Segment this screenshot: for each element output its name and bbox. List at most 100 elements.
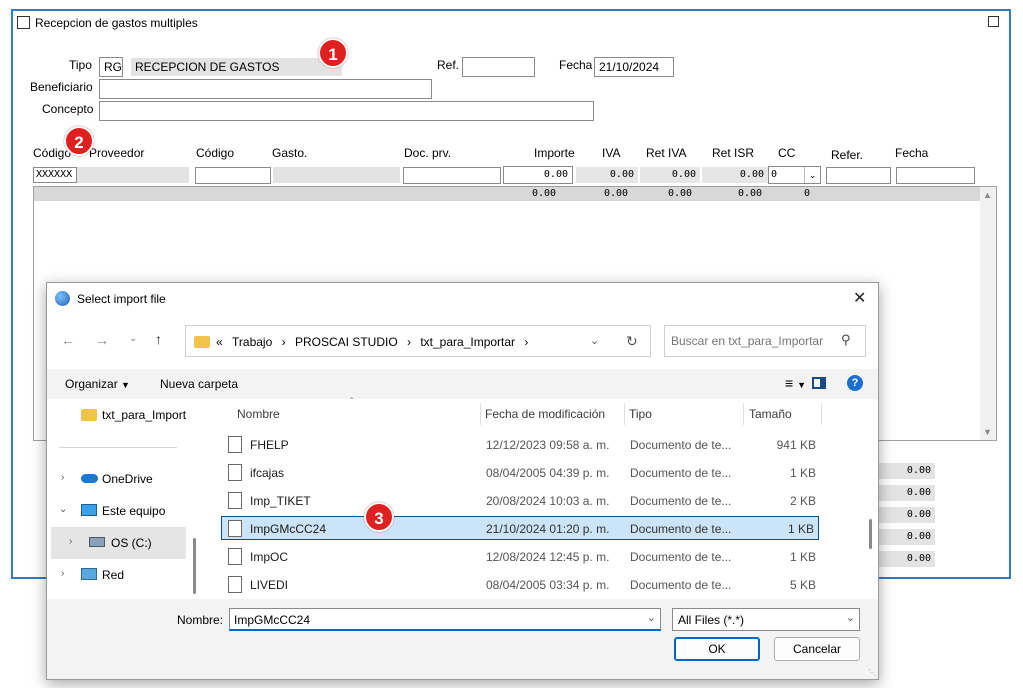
col-gasto: Gasto. (272, 146, 308, 160)
file-date: 08/04/2005 04:39 p. m. (486, 466, 610, 480)
organize-menu[interactable]: Organizar ▼ (65, 377, 130, 391)
file-size: 1 KB (789, 466, 816, 480)
col-fecha: Fecha (895, 146, 929, 160)
help-icon[interactable]: ? (847, 375, 863, 391)
address-bar[interactable]: « Trabajo › PROSCAI STUDIO › txt_para_Im… (185, 325, 651, 357)
scroll-up-icon[interactable]: ▲ (983, 190, 992, 200)
file-row[interactable]: Imp_TIKET 20/08/2024 10:03 a. m. Documen… (222, 489, 820, 513)
filename-combo[interactable]: ImpGMcCC24 ⌄ (229, 608, 661, 631)
codigo-proveedor-input[interactable]: XXXXXX (33, 167, 77, 183)
breadcrumb-item-trabajo[interactable]: Trabajo (232, 335, 272, 349)
file-list-header: Nombre ˆ Fecha de modificación Tipo Tama… (204, 397, 878, 427)
view-options-icon[interactable]: ≡ ▼ (785, 375, 806, 391)
file-row-selected[interactable]: ImpGMcCC24 21/10/2024 01:20 p. m. Docume… (221, 516, 819, 540)
col-fecha-modificacion[interactable]: Fecha de modificación (485, 407, 605, 421)
breadcrumb-item-txt-para-importar[interactable]: txt_para_Importar (420, 335, 515, 349)
breadcrumb-item-proscai[interactable]: PROSCAI STUDIO (295, 335, 398, 349)
nav-item-onedrive[interactable]: › OneDrive (47, 463, 199, 495)
maximize-button[interactable] (988, 16, 999, 27)
dialog-title: Select import file (77, 292, 166, 306)
nav-scrollbar[interactable] (193, 538, 196, 594)
total-importe: 0.00 (532, 188, 557, 199)
file-row[interactable]: FHELP 12/12/2023 09:58 a. m. Documento d… (222, 433, 820, 457)
beneficiario-label: Beneficiario (30, 80, 93, 94)
col-doc-prv: Doc. prv. (404, 146, 452, 160)
search-input[interactable] (671, 332, 831, 350)
doc-prv-input[interactable] (403, 167, 501, 184)
expand-chevron-icon[interactable]: › (69, 536, 72, 547)
window-title: Recepcion de gastos multiples (35, 16, 198, 30)
preview-pane-icon[interactable] (812, 377, 826, 389)
codigo-gasto-input[interactable] (195, 167, 271, 184)
file-row[interactable]: ifcajas 08/04/2005 04:39 p. m. Documento… (222, 461, 820, 485)
breadcrumb-sep-icon: › (281, 335, 286, 349)
chevron-down-icon[interactable]: ⌄ (804, 167, 820, 183)
file-size: 941 KB (776, 438, 816, 452)
chevron-down-icon[interactable]: ⌄ (647, 611, 656, 624)
breadcrumb: « Trabajo › PROSCAI STUDIO › txt_para_Im… (216, 335, 528, 349)
nav-item-os-c[interactable]: › OS (C:) (51, 527, 186, 559)
up-arrow-icon[interactable]: ↑ (155, 331, 162, 347)
ok-button[interactable]: OK (674, 637, 760, 661)
collapse-chevron-icon[interactable]: ⌄ (59, 504, 67, 515)
summary-value-5: 0.00 (879, 551, 935, 567)
col-tamano[interactable]: Tamaño (749, 407, 792, 421)
search-box[interactable]: ⚲ (664, 325, 866, 357)
expand-chevron-icon[interactable]: › (61, 568, 64, 579)
expand-chevron-icon[interactable]: › (61, 472, 64, 483)
gasto-name (273, 167, 400, 183)
sort-caret-icon: ˆ (350, 397, 354, 408)
concepto-field[interactable] (99, 101, 594, 121)
resize-grip-icon[interactable]: ⋱ (868, 668, 876, 677)
ref-field[interactable] (462, 57, 535, 77)
col-nombre[interactable]: Nombre (237, 407, 280, 421)
cancel-button[interactable]: Cancelar (774, 637, 860, 661)
grid-scrollbar[interactable]: ▲ ▼ (980, 187, 996, 440)
address-dropdown-icon[interactable]: ⌄ (590, 334, 599, 347)
fecha-field[interactable]: 21/10/2024 (594, 57, 674, 77)
importe-input[interactable]: 0.00 (503, 166, 573, 184)
breadcrumb-sep-icon: › (524, 335, 529, 349)
search-icon: ⚲ (841, 332, 851, 347)
nav-item-label: OS (C:) (111, 536, 152, 550)
file-size: 1 KB (789, 550, 816, 564)
nav-item-este-equipo[interactable]: ⌄ Este equipo (47, 495, 199, 527)
cloud-icon (81, 474, 98, 483)
file-row[interactable]: ImpOC 12/08/2024 12:45 p. m. Documento d… (222, 545, 820, 569)
file-list-scrollbar[interactable] (869, 519, 872, 549)
filename-input[interactable]: ImpGMcCC24 (234, 613, 310, 627)
organize-label: Organizar (65, 377, 118, 391)
cc-select[interactable]: 0 ⌄ (768, 166, 821, 184)
back-arrow-icon[interactable]: ← (61, 332, 75, 348)
new-folder-button[interactable]: Nueva carpeta (160, 377, 238, 391)
file-row[interactable]: LIVEDI 08/04/2005 03:34 p. m. Documento … (222, 573, 820, 597)
computer-icon (81, 504, 97, 516)
summary-value-3: 0.00 (879, 507, 935, 523)
scroll-down-icon[interactable]: ▼ (983, 427, 992, 437)
summary-value-2: 0.00 (879, 485, 935, 501)
nav-item-red[interactable]: › Red (47, 559, 199, 591)
nav-item-label: OneDrive (102, 472, 153, 486)
beneficiario-field[interactable] (99, 79, 432, 99)
fecha-label: Fecha (559, 58, 593, 72)
file-size: 2 KB (789, 494, 816, 508)
concepto-label: Concepto (42, 102, 94, 116)
chevron-down-icon[interactable]: ⌄ (846, 611, 855, 624)
refresh-icon[interactable]: ↻ (626, 333, 638, 350)
breadcrumb-overflow[interactable]: « (216, 335, 223, 349)
close-icon[interactable]: ✕ (853, 288, 866, 308)
forward-arrow-icon[interactable]: → (95, 332, 109, 348)
col-tipo[interactable]: Tipo (629, 407, 652, 421)
fecha-row-input[interactable] (896, 167, 975, 184)
recent-chevron-icon[interactable]: ⌄ (129, 333, 137, 344)
file-date: 20/08/2024 10:03 a. m. (486, 494, 610, 508)
file-type-select[interactable]: All Files (*.*) ⌄ (672, 608, 860, 631)
col-iva: IVA (602, 146, 621, 160)
total-cc: 0 (804, 188, 811, 199)
tipo-code-field[interactable]: RG (99, 57, 123, 77)
summary-value-1: 0.00 (879, 463, 935, 479)
grid-totals-row (34, 187, 980, 201)
file-type: Documento de te... (630, 466, 732, 480)
nav-item-txt-para-import[interactable]: txt_para_Import (47, 399, 199, 431)
refer-input[interactable] (826, 167, 891, 184)
